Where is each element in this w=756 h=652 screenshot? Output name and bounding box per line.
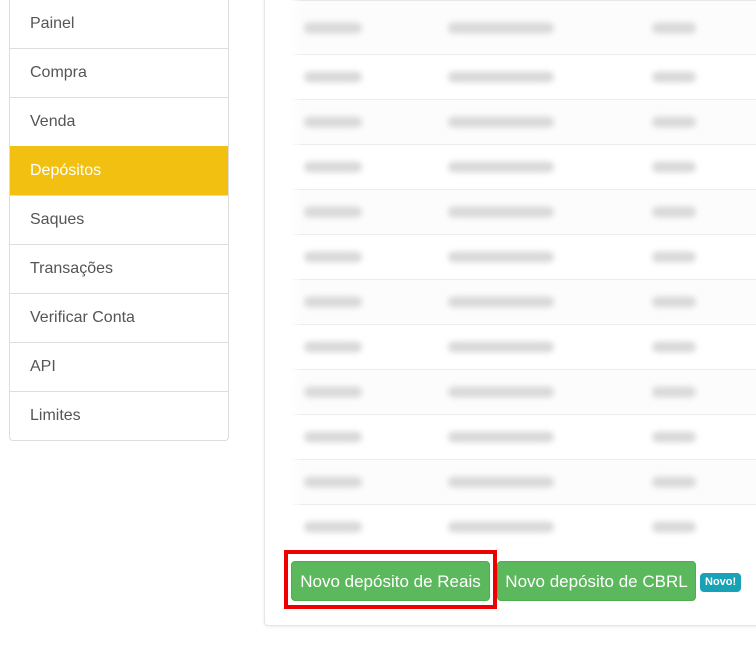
table-cell (304, 296, 362, 308)
table-row (290, 235, 756, 280)
table-cell (448, 521, 554, 533)
sidebar-item-compra[interactable]: Compra (10, 48, 228, 97)
table-cell (652, 521, 696, 533)
table-cell (304, 341, 362, 353)
table-cell (652, 161, 696, 173)
table-cell (652, 296, 696, 308)
table-cell (652, 116, 696, 128)
sidebar-item-venda[interactable]: Venda (10, 97, 228, 146)
table-row (290, 505, 756, 541)
table-cell (448, 296, 554, 308)
table-cell (652, 386, 696, 398)
table-cell (652, 341, 696, 353)
new-cbrl-deposit-button[interactable]: Novo depósito de CBRL (497, 561, 696, 601)
table-cell (304, 116, 362, 128)
sidebar-nav: Painel Compra Venda Depósitos Saques Tra… (9, 0, 229, 441)
table-cell (448, 386, 554, 398)
table-cell (448, 341, 554, 353)
table-cell (448, 206, 554, 218)
table-row (290, 415, 756, 460)
table-cell (304, 71, 362, 83)
table-cell (448, 476, 554, 488)
table-cell (652, 206, 696, 218)
sidebar-item-depositos[interactable]: Depósitos (10, 146, 228, 195)
sidebar-item-limites[interactable]: Limites (10, 391, 228, 440)
table-cell (448, 161, 554, 173)
table-row (290, 325, 756, 370)
table-cell (304, 476, 362, 488)
sidebar-item-verificar-conta[interactable]: Verificar Conta (10, 293, 228, 342)
sidebar-item-transacoes[interactable]: Transações (10, 244, 228, 293)
table-cell (304, 161, 362, 173)
sidebar-item-api[interactable]: API (10, 342, 228, 391)
deposits-table (290, 0, 756, 541)
table-cell (304, 206, 362, 218)
table-cell (652, 431, 696, 443)
table-cell (448, 71, 554, 83)
table-cell (448, 251, 554, 263)
table-row (290, 145, 756, 190)
table-cell (304, 386, 362, 398)
table-cell (304, 22, 362, 33)
table-edge-fade (290, 0, 302, 541)
highlight-box (284, 550, 497, 609)
sidebar-item-saques[interactable]: Saques (10, 195, 228, 244)
table-row (290, 100, 756, 145)
table-cell (304, 251, 362, 263)
table-cell (652, 476, 696, 488)
table-cell (448, 431, 554, 443)
table-cell (448, 22, 554, 33)
table-cell (448, 116, 554, 128)
table-row (290, 190, 756, 235)
table-cell (652, 251, 696, 263)
table-row (290, 55, 756, 100)
table-cell (652, 71, 696, 83)
new-badge: Novo! (700, 573, 742, 592)
table-row (290, 280, 756, 325)
sidebar-item-painel[interactable]: Painel (10, 0, 228, 48)
table-row (290, 1, 756, 55)
table-row (290, 460, 756, 505)
table-cell (304, 521, 362, 533)
table-cell (304, 431, 362, 443)
table-cell (652, 22, 696, 33)
table-row (290, 370, 756, 415)
